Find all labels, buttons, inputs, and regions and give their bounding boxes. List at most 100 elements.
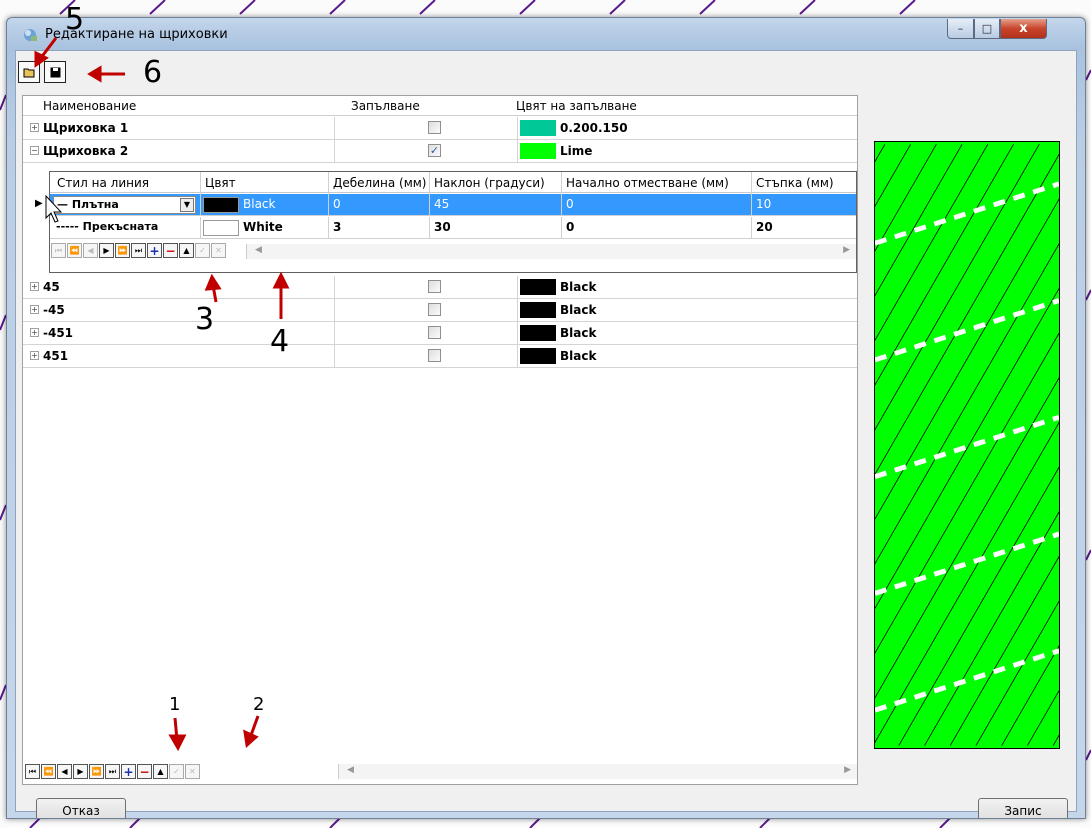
line-style-row[interactable]: — Плътна ▼ Black 0 45 0 10 xyxy=(50,194,856,216)
column-divider xyxy=(517,345,518,368)
last-record-icon[interactable]: ⏭ xyxy=(105,764,120,779)
expand-icon[interactable]: + xyxy=(30,305,39,314)
subgrid-hscroll[interactable]: ◀ ▶ xyxy=(246,244,856,259)
fill-checkbox[interactable] xyxy=(428,121,441,134)
color-swatch xyxy=(520,143,556,159)
table-row[interactable]: +451 Black xyxy=(23,345,857,368)
col-header-name[interactable]: Наименование xyxy=(43,99,136,113)
delete-hatch-icon[interactable]: − xyxy=(137,764,152,779)
subgrid-col-header[interactable]: Цвят xyxy=(205,176,236,190)
next-page-icon[interactable]: ⏩ xyxy=(89,764,104,779)
line-style-subgrid[interactable]: Стил на линия Цвят Дебелина (мм) Наклон (гр… xyxy=(49,171,857,273)
column-divider xyxy=(334,345,335,368)
delete-line-icon[interactable]: − xyxy=(163,243,178,258)
move-up-icon[interactable]: ▲ xyxy=(153,764,168,779)
apply-icon[interactable]: ✓ xyxy=(169,764,184,779)
floppy-disk-icon xyxy=(50,67,60,77)
prev-record-icon[interactable]: ◀ xyxy=(57,764,72,779)
fill-checkbox[interactable] xyxy=(428,326,441,339)
move-up-icon[interactable]: ▲ xyxy=(179,243,194,258)
expand-icon[interactable]: + xyxy=(30,351,39,360)
open-folder-icon xyxy=(23,68,34,77)
cancel-edit-icon[interactable]: ✕ xyxy=(185,764,200,779)
cell-angle[interactable]: 45 xyxy=(434,197,449,211)
table-row[interactable]: − Щриховка 2 ✓ Lime xyxy=(23,140,857,163)
column-divider xyxy=(328,194,329,216)
subgrid-col-header[interactable]: Стъпка (мм) xyxy=(756,176,834,190)
hatch-name: -45 xyxy=(43,303,65,317)
grid-hscroll[interactable]: ◀ ▶ xyxy=(338,764,857,779)
collapse-icon[interactable]: − xyxy=(30,146,39,155)
hatch-name: Щриховка 1 xyxy=(43,121,129,135)
callout-2: 2 xyxy=(253,694,265,715)
fill-checkbox[interactable] xyxy=(428,349,441,362)
col-header-fill[interactable]: Запълване xyxy=(351,99,420,113)
last-record-icon[interactable]: ⏭ xyxy=(131,243,146,258)
prev-page-icon[interactable]: ⏪ xyxy=(41,764,56,779)
toolbar xyxy=(18,61,70,89)
color-swatch xyxy=(520,302,556,318)
color-label: Black xyxy=(560,349,597,363)
cell-color-label[interactable]: Black xyxy=(243,197,275,211)
cell-thickness[interactable]: 3 xyxy=(333,220,341,234)
line-style-cell[interactable]: ----- Прекъсната xyxy=(53,219,196,237)
cell-offset[interactable]: 0 xyxy=(566,197,574,211)
add-line-icon[interactable]: + xyxy=(147,243,162,258)
column-divider xyxy=(517,140,518,163)
prev-record-icon[interactable]: ◀ xyxy=(83,243,98,258)
table-row[interactable]: + Щриховка 1 0.200.150 xyxy=(23,117,857,140)
table-row[interactable]: + -451 Black xyxy=(23,322,857,345)
chevron-down-icon[interactable]: ▼ xyxy=(180,198,194,212)
line-style-value: — Плътна xyxy=(57,198,119,211)
col-header-fill-color[interactable]: Цвят на запълване xyxy=(516,99,637,113)
open-button[interactable] xyxy=(18,61,40,83)
cell-color-label[interactable]: White xyxy=(243,220,283,234)
hatch-name: -451 xyxy=(43,326,74,340)
save-toolbar-button[interactable] xyxy=(44,61,66,83)
cell-step[interactable]: 10 xyxy=(756,197,771,211)
table-row[interactable]: +45 Black xyxy=(23,276,857,299)
color-label: Lime xyxy=(560,144,593,158)
subgrid-col-header[interactable]: Дебелина (мм) xyxy=(333,176,427,190)
next-record-icon[interactable]: ▶ xyxy=(73,764,88,779)
expand-icon[interactable]: + xyxy=(30,328,39,337)
cancel-edit-icon[interactable]: ✕ xyxy=(211,243,226,258)
callout-4: 4 xyxy=(270,324,290,359)
expand-icon[interactable]: + xyxy=(30,282,39,291)
maximize-button[interactable]: □ xyxy=(974,19,1000,39)
fill-checkbox[interactable] xyxy=(428,280,441,293)
table-row[interactable]: + -45 Black xyxy=(23,299,857,322)
apply-icon[interactable]: ✓ xyxy=(195,243,210,258)
cell-offset[interactable]: 0 xyxy=(566,220,574,234)
column-divider xyxy=(328,172,329,194)
next-record-icon[interactable]: ▶ xyxy=(99,243,114,258)
cancel-button[interactable]: Отказ xyxy=(36,798,126,818)
expand-icon[interactable]: + xyxy=(30,123,39,132)
subgrid-col-header[interactable]: Наклон (градуси) xyxy=(434,176,545,190)
prev-page-icon[interactable]: ⏪ xyxy=(67,243,82,258)
first-record-icon[interactable]: ⏮ xyxy=(51,243,66,258)
fill-checkbox[interactable] xyxy=(428,303,441,316)
hatch-grid[interactable]: Наименование Запълване Цвят на запълване… xyxy=(22,95,858,785)
first-record-icon[interactable]: ⏮ xyxy=(25,764,40,779)
add-hatch-icon[interactable]: + xyxy=(121,764,136,779)
next-page-icon[interactable]: ⏩ xyxy=(115,243,130,258)
line-style-row[interactable]: ----- Прекъсната White 3 30 0 20 xyxy=(50,217,856,239)
subgrid-col-header[interactable]: Начално отместване (мм) xyxy=(566,176,729,190)
column-divider xyxy=(561,172,562,194)
minimize-button[interactable]: – xyxy=(947,19,974,39)
cell-angle[interactable]: 30 xyxy=(434,220,451,234)
line-color-swatch xyxy=(203,220,239,236)
column-divider xyxy=(200,172,201,194)
grid-navigator: ⏮ ⏪ ◀ ▶ ⏩ ⏭ + − ▲ ✓ ✕ xyxy=(25,764,201,779)
save-button[interactable]: Запис xyxy=(978,798,1068,818)
cell-thickness[interactable]: 0 xyxy=(333,197,341,211)
title-bar[interactable]: Редактиране на щриховки – □ x xyxy=(7,18,1085,50)
line-style-cell[interactable]: — Плътна ▼ xyxy=(53,196,196,214)
subgrid-col-header[interactable]: Стил на линия xyxy=(57,176,149,190)
close-button[interactable]: x xyxy=(1000,19,1047,39)
fill-checkbox[interactable]: ✓ xyxy=(428,144,441,157)
cell-step[interactable]: 20 xyxy=(756,220,773,234)
column-divider xyxy=(429,172,430,194)
column-divider xyxy=(751,194,752,216)
